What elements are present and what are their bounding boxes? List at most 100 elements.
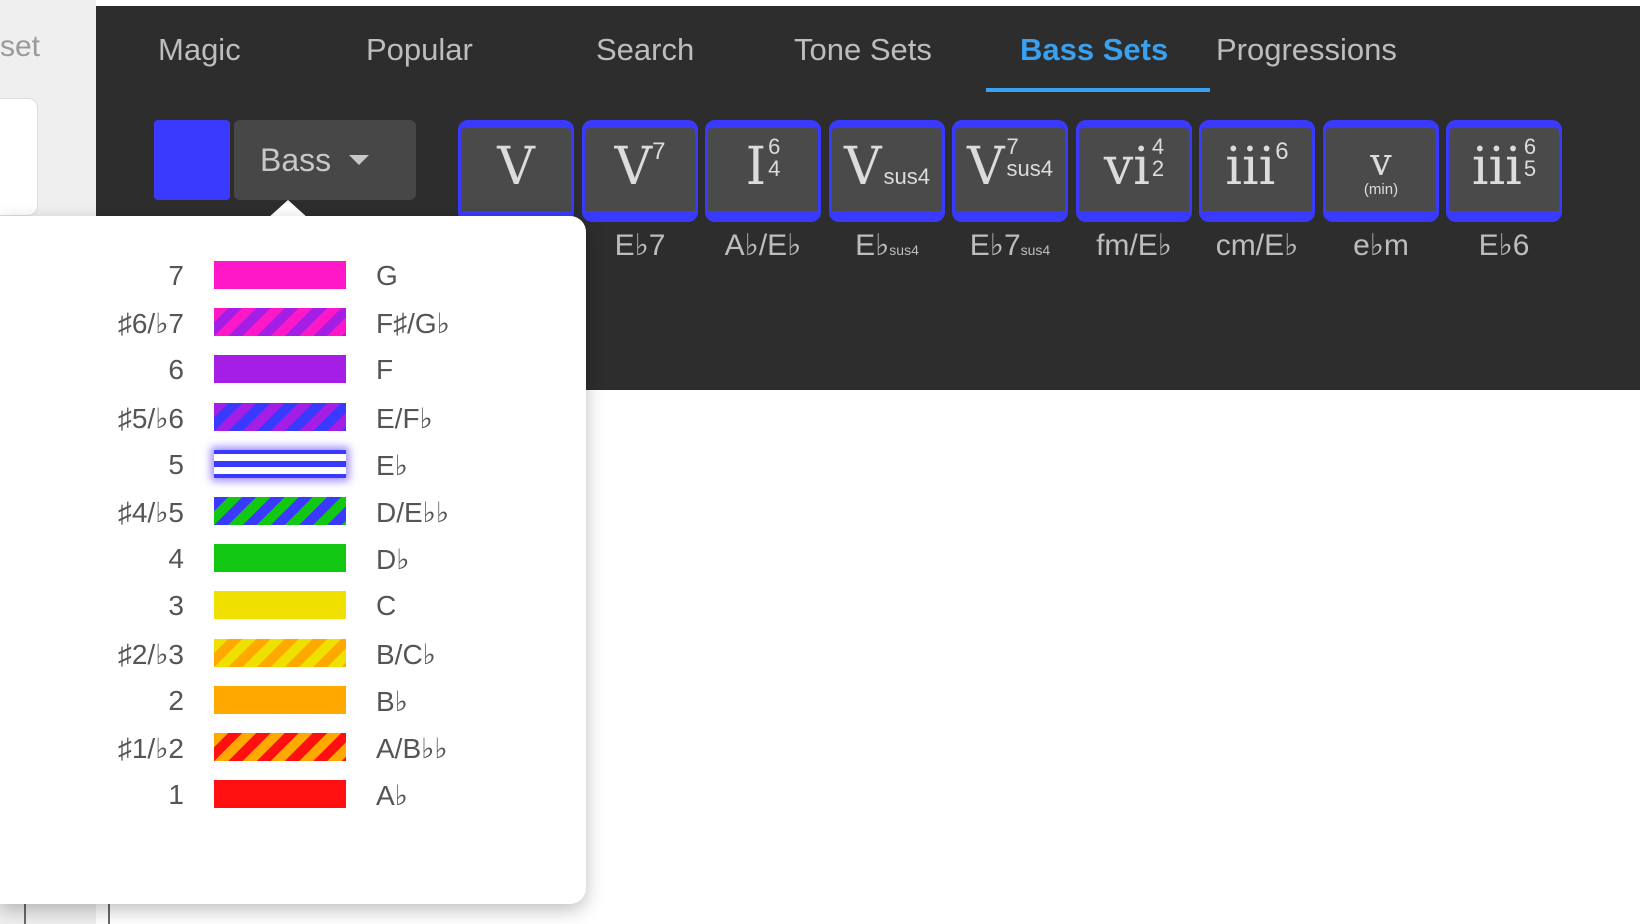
bass-color-bar[interactable] (214, 403, 346, 431)
chord-numeral-text: V (843, 137, 882, 197)
chord-numeral: V (461, 136, 571, 198)
chord-numeral-text: V (966, 137, 1005, 197)
bass-note-label: B♭ (376, 686, 408, 717)
chord-name-text: A♭/E♭ (724, 229, 802, 262)
bass-legend-row[interactable]: ♯6/♭7 F♯/G♭ (0, 303, 586, 343)
bass-legend-row[interactable]: 4 D♭ (0, 539, 586, 579)
bass-color-bar[interactable] (214, 497, 346, 525)
chord-name-suffix: sus4 (1020, 242, 1051, 258)
chevron-down-icon (349, 155, 370, 165)
bass-color-bar[interactable] (214, 591, 346, 619)
bass-color-bar[interactable] (214, 261, 346, 289)
bass-note-label: F (376, 354, 394, 385)
bass-color-bar[interactable] (214, 450, 346, 478)
chord-name-suffix: sus4 (889, 242, 919, 258)
chord-button[interactable]: I64 (705, 120, 821, 222)
bass-legend-row[interactable]: 5 E♭ (0, 445, 586, 485)
chord-button[interactable]: V (458, 120, 574, 222)
bass-note-label: A♭ (376, 780, 408, 811)
bass-legend-row[interactable]: ♯2/♭3 B/C♭ (0, 634, 586, 674)
chord-button[interactable]: vi 4 2 (1076, 120, 1192, 222)
bass-color-bar[interactable] (214, 733, 346, 761)
chord-numeral-text: iii (1225, 137, 1276, 197)
chord-numeral: V 7 sus4 (955, 136, 1065, 198)
bass-color-bar[interactable] (214, 780, 346, 808)
chord-superscript: 7 (652, 138, 666, 165)
chord-button[interactable]: v (min) (1323, 120, 1439, 222)
bass-color-bar[interactable] (214, 639, 346, 667)
chord-name-text: fm/E♭ (1096, 229, 1172, 262)
chord-numeral: v (min) (1326, 142, 1436, 198)
chord-name-text: E♭ (855, 229, 890, 262)
chord-button[interactable]: Vsus4 (829, 120, 945, 222)
scale-degree-label: ♯4/♭5 (117, 497, 184, 528)
bass-legend-row[interactable]: 6F (0, 350, 586, 390)
left-panel-card[interactable] (0, 98, 38, 216)
tab-bass-sets[interactable]: Bass Sets (1020, 32, 1168, 68)
chord-numeral-text: vi (1103, 137, 1150, 197)
bass-legend-row[interactable]: ♯5/♭6 E/F♭ (0, 398, 586, 438)
bass-note-label: A/B♭♭ (376, 733, 448, 764)
bass-color-bar[interactable] (214, 308, 346, 336)
bass-note-label: E/F♭ (376, 403, 433, 434)
chord-button[interactable]: V7 (582, 120, 698, 222)
scale-degree-label: 6 (168, 354, 184, 385)
scale-degree-label: 7 (168, 260, 184, 291)
tab-search[interactable]: Search (596, 32, 694, 68)
bass-note-label: C (376, 590, 397, 621)
bass-legend-row[interactable]: 2 B♭ (0, 681, 586, 721)
bass-note-label: G (376, 260, 398, 291)
chord-numeral-text: v (1370, 140, 1392, 184)
chord-figure: 7 sus4 (1007, 136, 1053, 180)
bass-color-bar[interactable] (214, 686, 346, 714)
chord-figure-top: 4 (1151, 134, 1165, 159)
bass-note-label: B/C♭ (376, 639, 436, 670)
bass-legend-row[interactable]: ♯4/♭5 D/E♭♭ (0, 492, 586, 532)
chord-name-label: E♭6 (1446, 228, 1562, 263)
tab-tone-sets[interactable]: Tone Sets (794, 32, 932, 68)
chord-figure-bottom: 2 (1151, 156, 1165, 181)
bass-legend-row[interactable]: 1 A♭ (0, 775, 586, 815)
bass-dropdown[interactable]: Bass (234, 120, 416, 200)
chord-numeral: V7 (585, 136, 695, 198)
chord-subscript: sus4 (883, 164, 931, 189)
bass-note-label: D♭ (376, 544, 410, 575)
bass-color-bar[interactable] (214, 355, 346, 383)
chord-button[interactable]: iii6 (1199, 120, 1315, 222)
active-tab-indicator (986, 88, 1210, 92)
chord-numeral: I64 (708, 136, 818, 198)
chord-name-label: E♭sus4 (829, 228, 945, 263)
bass-color-bar[interactable] (214, 544, 346, 572)
chord-numeral: iii6 (1202, 136, 1312, 198)
chord-name-text: E♭6 (1478, 229, 1530, 262)
scale-degree-label: 1 (168, 779, 184, 810)
bass-color-swatch[interactable] (154, 120, 230, 200)
chord-numeral: vi 4 2 (1079, 136, 1189, 198)
bass-note-label: D/E♭♭ (376, 497, 450, 528)
scale-degree-label: 5 (168, 449, 184, 480)
chord-name-label: e♭m (1323, 228, 1439, 263)
chord-name-label: A♭/E♭ (705, 228, 821, 263)
tab-popular[interactable]: Popular (366, 32, 473, 68)
bass-legend-popup: 7 G ♯6/♭7 F♯/G♭ 6 F ♯5/♭6 E/F♭ 5 E♭ ♯4/♭5 D/E♭♭ 4 D♭ 3… (0, 216, 586, 904)
scale-degree-label: 3 (168, 590, 184, 621)
bass-legend-row[interactable]: 3C (0, 586, 586, 626)
chord-superscript: 6 (1275, 138, 1289, 165)
tab-progressions[interactable]: Progressions (1216, 32, 1397, 68)
chord-button[interactable]: V 7 sus4 (952, 120, 1068, 222)
chord-button[interactable]: iii 6 5 (1446, 120, 1562, 222)
bass-legend-row[interactable]: ♯1/♭2 A/B♭♭ (0, 728, 586, 768)
chord-figure-top: 6 (768, 134, 781, 159)
chord-figure-top: 7 (1006, 134, 1019, 159)
scale-degree-label: ♯5/♭6 (117, 403, 184, 434)
scale-degree-label: 2 (168, 685, 184, 716)
chord-name-text: E♭7 (969, 229, 1021, 262)
chord-numeral-text: I (745, 137, 767, 197)
chord-figure: 64 (768, 136, 780, 180)
bass-legend-row[interactable]: 7G (0, 256, 586, 296)
left-panel-fragment-text: set (0, 30, 41, 63)
chord-numeral: iii 6 5 (1449, 136, 1559, 198)
tab-magic[interactable]: Magic (158, 32, 241, 68)
bass-note-label: E♭ (376, 450, 408, 481)
chord-numeral-text: V (497, 137, 535, 197)
